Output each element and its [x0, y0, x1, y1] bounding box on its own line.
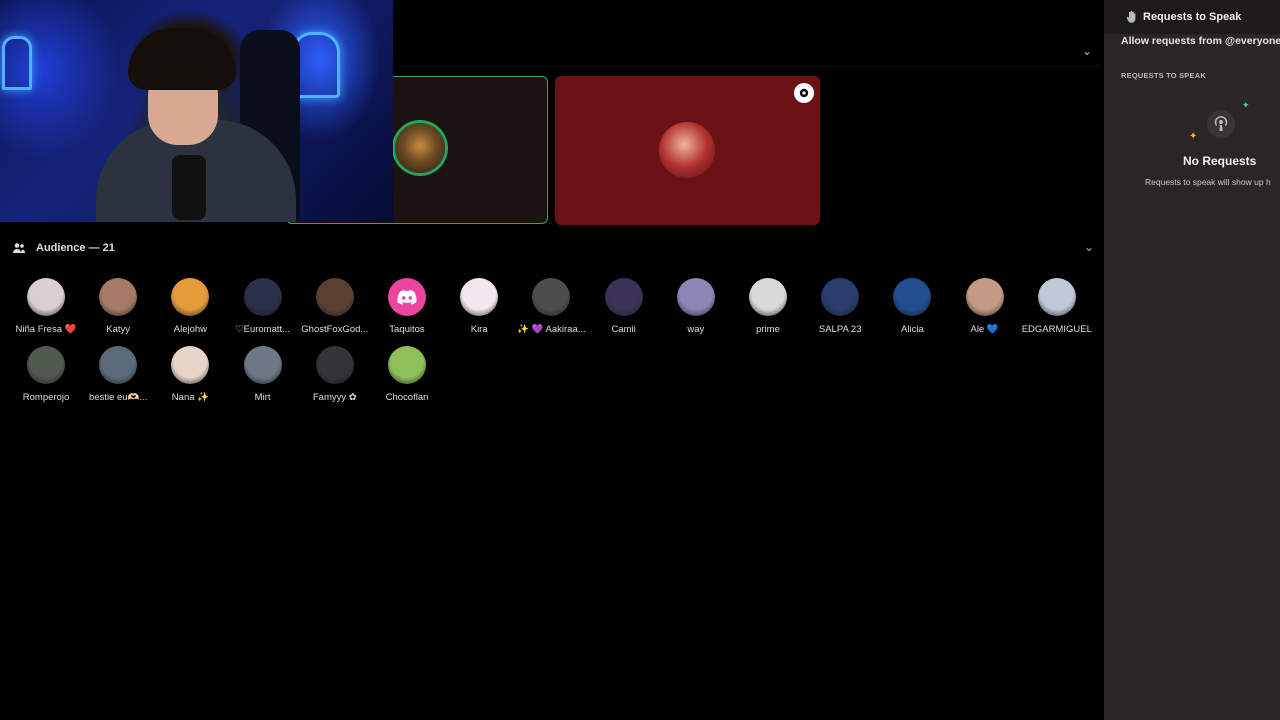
audience-member[interactable]: EDGARMIGUEL [1021, 278, 1093, 336]
gear-icon [799, 88, 809, 98]
avatar [460, 278, 499, 316]
audience-member-name: bestie eu🫶🏻... [89, 392, 148, 403]
audience-collapse-chevron-icon[interactable]: ⌄ [1082, 240, 1096, 254]
avatar [99, 346, 138, 384]
audience-member-name: ♡Euromatt... [235, 324, 291, 335]
audience-member-name: SALPA 23 [818, 324, 862, 335]
empty-state-description: Requests to speak will show up h [1145, 177, 1271, 187]
section-header: REQUESTS TO SPEAK [1121, 71, 1206, 80]
audience-member-name: GhostFoxGod... [301, 324, 369, 335]
sparkle-icon: ✦ [1242, 100, 1250, 110]
sidebar-title: Requests to Speak [1143, 11, 1242, 23]
sidebar-header: Requests to Speak [1104, 0, 1280, 34]
audience-member-name: Camii [611, 324, 636, 335]
avatar [965, 278, 1004, 316]
avatar [388, 278, 426, 316]
audience-member-name: Niña Fresa ❤️ [15, 324, 77, 335]
audience-member-name: Alicia [901, 324, 924, 335]
audience-member[interactable]: SALPA 23 [804, 278, 876, 336]
audience-member-name: Romperojo [22, 392, 70, 403]
microphone [172, 155, 206, 220]
audience-member[interactable]: GhostFoxGod... [299, 278, 371, 336]
audience-member[interactable]: Katyy [82, 278, 154, 336]
streamer-hair [128, 28, 236, 90]
audience-header[interactable]: Audience — 21 ⌄ [12, 238, 1096, 258]
avatar [315, 346, 354, 384]
avatar [749, 278, 787, 316]
audience-member[interactable]: Famyyy ✿ [299, 346, 371, 404]
avatar [27, 278, 65, 316]
audience-member[interactable]: Niña Fresa ❤️ [10, 278, 82, 336]
audience-member[interactable]: Kira [443, 278, 515, 336]
audience-member[interactable]: Taquitos [371, 278, 443, 336]
speaker-avatar [659, 122, 715, 178]
avatar [388, 346, 426, 384]
avatar [604, 278, 643, 316]
audience-member-name: Ale 💙 [970, 324, 999, 335]
avatar [532, 278, 571, 316]
audience-member[interactable]: Nana ✨ [154, 346, 226, 404]
audience-member-name: prime [756, 324, 780, 335]
avatar [893, 278, 932, 316]
avatar [99, 278, 138, 316]
sparkle-icon: ✦ [1189, 131, 1198, 142]
audience-member-name: Chocoflan [385, 392, 429, 403]
avatar [243, 278, 282, 316]
discord-logo-icon [397, 289, 417, 305]
audience-member[interactable]: Camii [588, 278, 660, 336]
neon-sign [2, 36, 32, 90]
speakers-collapse-chevron-icon[interactable]: ⌄ [1080, 44, 1094, 58]
divider [400, 66, 1100, 67]
audience-title: Audience — 21 [36, 242, 115, 254]
avatar [171, 278, 210, 316]
podcast-icon [1214, 116, 1228, 131]
avatar [1037, 278, 1076, 316]
stage-main: ⌄ Audience — 21 ⌄ Niña Fresa ❤️ Katyy Al… [0, 0, 1104, 720]
raised-hand-icon [1126, 11, 1136, 23]
audience-member-name: ✨ 💜 Aakiraa... [517, 324, 586, 335]
audience-member[interactable]: Chocoflan [371, 346, 443, 404]
audience-member-name: Taquitos [389, 324, 425, 335]
audience-member[interactable]: bestie eu🫶🏻... [82, 346, 154, 404]
audience-member-name: way [687, 324, 705, 335]
requests-sidebar: Requests to Speak Allow requests from @e… [1104, 0, 1280, 720]
audience-member[interactable]: Romperojo [10, 346, 82, 404]
avatar [243, 346, 282, 384]
audience-member[interactable]: Alejohw [154, 278, 226, 336]
audience-member-name: Kira [470, 324, 488, 335]
audience-member[interactable]: ✨ 💜 Aakiraa... [515, 278, 587, 336]
avatar [27, 346, 65, 384]
speaker-tile[interactable] [555, 76, 820, 225]
audience-member-name: EDGARMIGUEL [1021, 324, 1092, 335]
allow-requests-setting[interactable]: Allow requests from @everyone [1121, 35, 1280, 47]
speaker-avatar [395, 123, 445, 173]
audience-member[interactable]: way [660, 278, 732, 336]
audience-member-name: Katyy [106, 324, 131, 335]
audience-member-name: Mirt [254, 392, 271, 403]
avatar [821, 278, 860, 316]
audience-member[interactable]: prime [732, 278, 804, 336]
audience-member-name: Nana ✨ [171, 392, 209, 403]
empty-state-title: No Requests [1183, 154, 1257, 168]
avatar [315, 278, 354, 316]
audience-member[interactable]: ♡Euromatt... [227, 278, 299, 336]
broadcast-icon [1207, 110, 1235, 138]
audience-member-name: Famyyy ✿ [312, 392, 357, 403]
audience-member[interactable]: Mirt [227, 346, 299, 404]
audience-member-name: Alejohw [173, 324, 208, 335]
avatar [676, 278, 715, 316]
people-icon [13, 243, 25, 253]
moderator-badge-icon[interactable] [794, 83, 814, 103]
audience-member[interactable]: Alicia [876, 278, 948, 336]
avatar [171, 346, 210, 384]
audience-member[interactable]: Ale 💙 [949, 278, 1021, 336]
webcam-overlay [0, 0, 393, 222]
